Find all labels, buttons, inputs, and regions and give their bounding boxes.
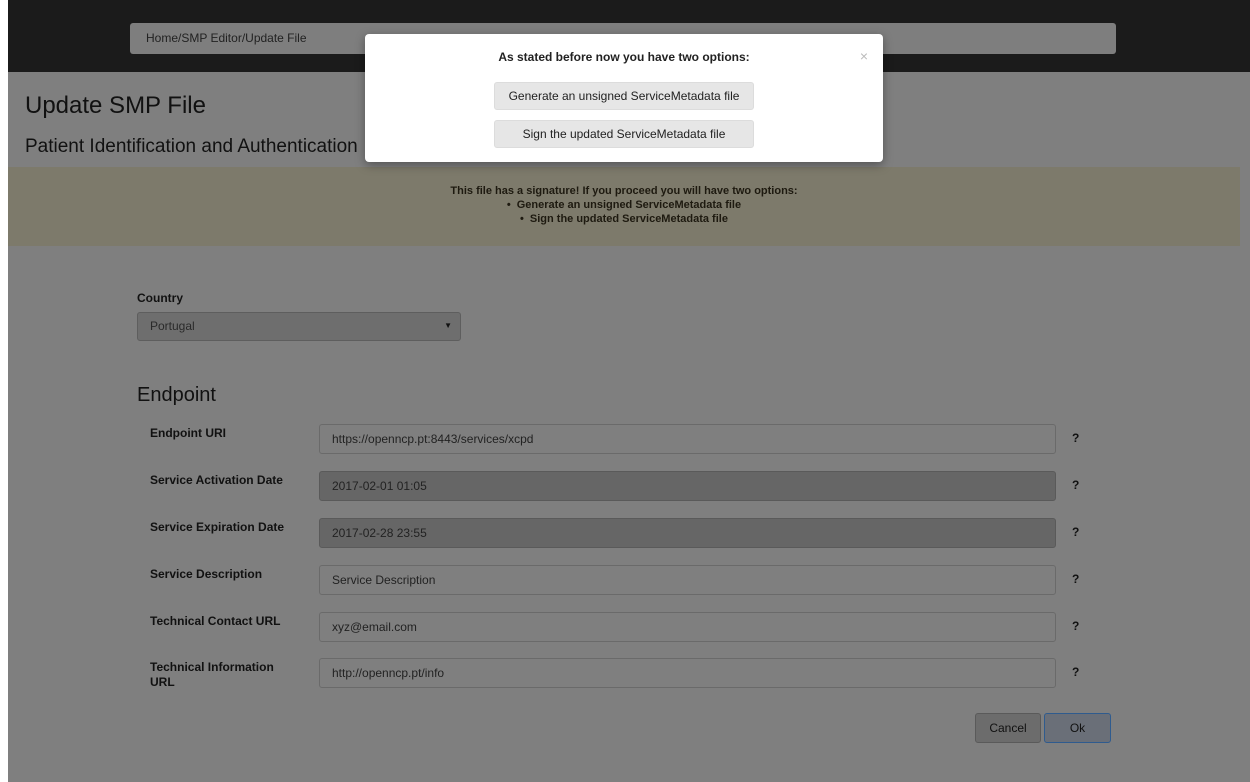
generate-unsigned-file-button[interactable]: Generate an unsigned ServiceMetadata fil… <box>494 82 754 110</box>
sign-updated-file-button[interactable]: Sign the updated ServiceMetadata file <box>494 120 754 148</box>
help-icon[interactable]: ? <box>1072 431 1079 445</box>
alert-options-list: Generate an unsigned ServiceMetadata fil… <box>8 198 1240 226</box>
caret-down-icon: ▼ <box>444 321 452 330</box>
page-title: Update SMP File <box>25 92 206 119</box>
service-activation-date-input[interactable]: 2017-02-01 01:05 <box>319 471 1056 501</box>
help-icon[interactable]: ? <box>1072 525 1079 539</box>
alert-option: Generate an unsigned ServiceMetadata fil… <box>8 198 1240 212</box>
left-edge <box>0 0 8 782</box>
technical-contact-url-label: Technical Contact URL <box>150 614 281 628</box>
service-expiration-date-input[interactable]: 2017-02-28 23:55 <box>319 518 1056 548</box>
service-description-row: Service Description Service Description … <box>137 565 1097 595</box>
help-icon[interactable]: ? <box>1072 665 1079 679</box>
technical-information-url-label: Technical Information URL <box>150 660 274 689</box>
service-description-label: Service Description <box>150 567 263 581</box>
endpoint-uri-label: Endpoint URI <box>150 426 226 440</box>
service-expiration-date-label: Service Expiration Date <box>150 520 285 534</box>
service-activation-date-row: Service Activation Date 2017-02-01 01:05… <box>137 471 1097 501</box>
endpoint-uri-row: Endpoint URI https://openncp.pt:8443/ser… <box>137 424 1097 454</box>
help-icon[interactable]: ? <box>1072 478 1079 492</box>
cancel-button[interactable]: Cancel <box>975 713 1041 743</box>
technical-contact-url-row: Technical Contact URL xyz@email.com ? <box>137 612 1097 642</box>
close-icon[interactable]: × <box>860 48 868 64</box>
alert-option: Sign the updated ServiceMetadata file <box>8 212 1240 226</box>
ok-button[interactable]: Ok <box>1044 713 1111 743</box>
page-subtitle: Patient Identification and Authenticatio… <box>25 136 358 157</box>
service-description-input[interactable]: Service Description <box>319 565 1056 595</box>
service-activation-date-label: Service Activation Date <box>150 473 283 487</box>
country-label: Country <box>137 291 183 305</box>
technical-information-url-input[interactable]: http://openncp.pt/info <box>319 658 1056 688</box>
endpoint-section-title: Endpoint <box>137 384 216 406</box>
alert-message: This file has a signature! If you procee… <box>450 185 798 197</box>
service-expiration-date-row: Service Expiration Date 2017-02-28 23:55… <box>137 518 1097 548</box>
technical-information-url-row: Technical Information URL http://openncp… <box>137 658 1097 689</box>
technical-contact-url-input[interactable]: xyz@email.com <box>319 612 1056 642</box>
country-selected-value: Portugal <box>150 319 195 333</box>
signature-warning-alert: This file has a signature! If you procee… <box>8 167 1240 246</box>
options-modal: As stated before now you have two option… <box>365 34 883 162</box>
help-icon[interactable]: ? <box>1072 572 1079 586</box>
country-select[interactable]: Portugal ▼ <box>137 312 461 341</box>
help-icon[interactable]: ? <box>1072 619 1079 633</box>
modal-title: As stated before now you have two option… <box>498 50 750 64</box>
endpoint-uri-input[interactable]: https://openncp.pt:8443/services/xcpd <box>319 424 1056 454</box>
